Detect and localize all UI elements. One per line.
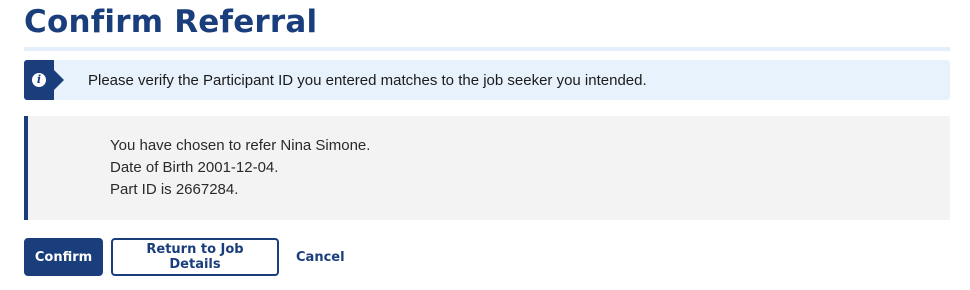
cancel-link[interactable]: Cancel	[288, 238, 353, 276]
action-bar: Confirm Return to Job Details Cancel	[24, 238, 353, 276]
info-alert-message: Please verify the Participant ID you ent…	[88, 71, 647, 89]
summary-participant-id: Part ID is 2667284.	[110, 181, 239, 198]
title-divider	[24, 47, 950, 51]
confirm-referral-page: Confirm Referral i Please verify the Par…	[0, 0, 970, 290]
info-icon: i	[32, 73, 46, 87]
summary-date-of-birth: Date of Birth 2001-12-04.	[110, 159, 279, 176]
confirm-button[interactable]: Confirm	[24, 238, 103, 276]
page-title: Confirm Referral	[24, 4, 318, 40]
info-alert: i Please verify the Participant ID you e…	[24, 60, 950, 100]
info-icon-tab: i	[24, 60, 64, 100]
summary-participant-name: You have chosen to refer Nina Simone.	[110, 137, 371, 154]
return-to-job-details-button[interactable]: Return to Job Details	[111, 238, 279, 276]
referral-summary: You have chosen to refer Nina Simone. Da…	[24, 116, 950, 220]
